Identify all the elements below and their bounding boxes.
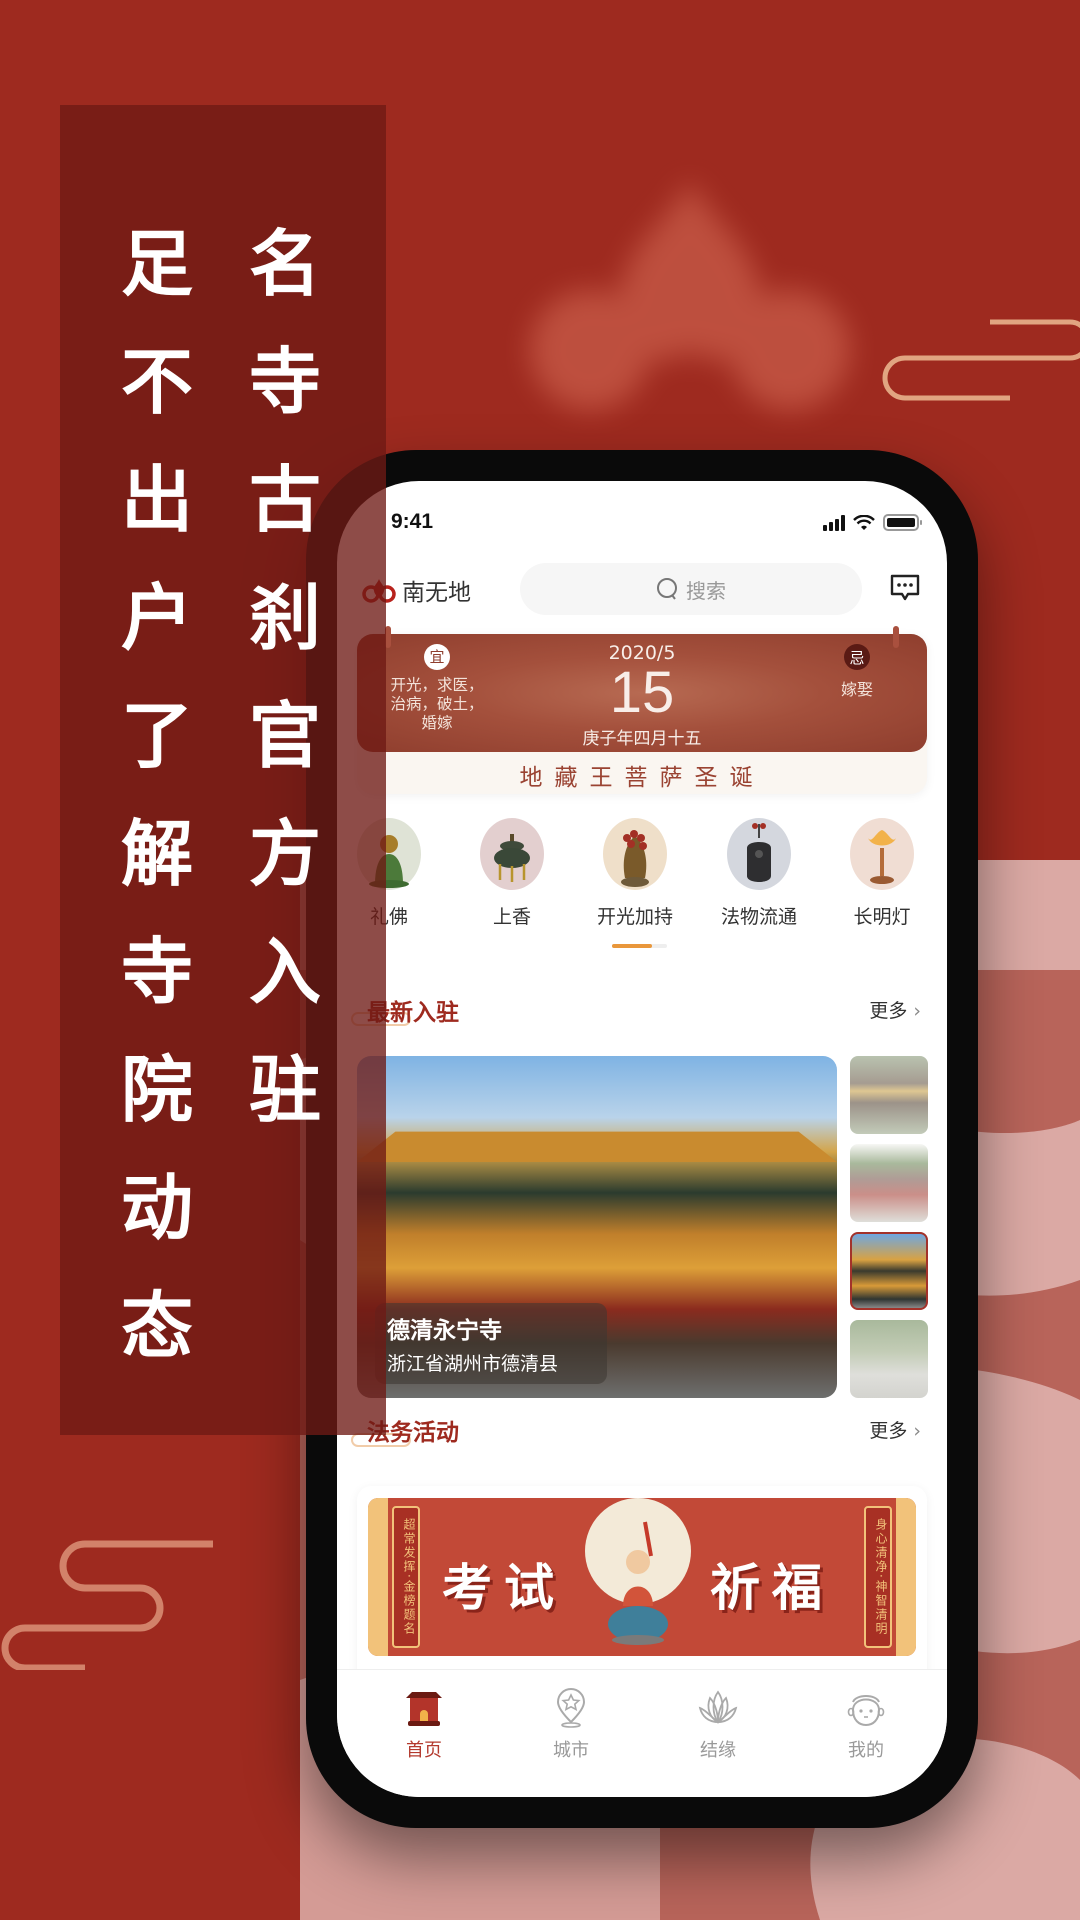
thumbnail-temple-gate[interactable] bbox=[850, 1056, 928, 1134]
chat-bubble-icon[interactable] bbox=[889, 573, 921, 603]
app-screen: 9:41 南无地 搜索 宜 开光，求医，治病，破土，婚嫁 2020/5 15 庚… bbox=[337, 481, 947, 1797]
app-name: 南无地 bbox=[402, 580, 471, 606]
slogan-character: 刹 bbox=[248, 575, 321, 660]
temple-photo bbox=[357, 1131, 837, 1162]
category-item[interactable]: 长明灯 bbox=[827, 818, 937, 929]
inauspicious-section: 忌 嫁娶 bbox=[827, 644, 887, 700]
slogan-character: 古 bbox=[248, 457, 321, 542]
lotus-icon bbox=[698, 1690, 738, 1724]
banner-border-right bbox=[896, 1498, 916, 1656]
jade-pendant-icon bbox=[727, 818, 791, 890]
more-link-newest[interactable]: 更多 › bbox=[869, 996, 921, 1023]
signal-icon bbox=[823, 514, 845, 531]
promo-slogan-panel: 足不出户了解寺院动态 名寺古刹官方入驻 bbox=[60, 105, 386, 1435]
slogan-character: 方 bbox=[248, 811, 321, 896]
category-row: 礼佛 上香 开光加持 法物流通 长明灯 bbox=[337, 818, 947, 938]
temple-icon bbox=[406, 1692, 442, 1726]
featured-temple-card[interactable]: 德清永宁寺 浙江省湖州市德清县 bbox=[357, 1056, 837, 1398]
slogan-character: 解 bbox=[120, 811, 193, 896]
slogan-character: 足 bbox=[120, 221, 193, 306]
banner-text-right: 祈福 bbox=[710, 1558, 834, 1617]
monk-face-icon bbox=[847, 1695, 885, 1727]
temple-name: 德清永宁寺 bbox=[387, 1318, 502, 1344]
slogan-character: 官 bbox=[248, 693, 321, 778]
banner-border-left bbox=[368, 1498, 388, 1656]
slogan-character: 寺 bbox=[120, 929, 193, 1014]
category-item[interactable]: 法物流通 bbox=[704, 818, 814, 929]
bottom-tab-bar: 首页 城市 结缘 我的 bbox=[337, 1669, 947, 1797]
status-time: 9:41 bbox=[391, 510, 434, 533]
tab-city[interactable]: 城市 bbox=[526, 1688, 616, 1762]
slogan-column-left: 足不出户了解寺院动态 bbox=[112, 205, 202, 1385]
search-input[interactable]: 搜索 bbox=[520, 563, 862, 615]
prayer-beads-icon bbox=[603, 818, 667, 890]
thumbnail-temple-hall[interactable] bbox=[850, 1144, 928, 1222]
search-placeholder: 搜索 bbox=[686, 578, 726, 603]
slogan-character: 态 bbox=[120, 1283, 193, 1368]
category-scroll-indicator[interactable] bbox=[612, 944, 667, 948]
slogan-character: 不 bbox=[120, 339, 193, 424]
slogan-character: 入 bbox=[248, 929, 321, 1014]
category-label: 长明灯 bbox=[853, 906, 911, 928]
tab-home[interactable]: 首页 bbox=[379, 1688, 469, 1762]
thumbnail-garden-path[interactable] bbox=[850, 1320, 928, 1398]
category-label: 上香 bbox=[492, 906, 531, 928]
temple-location: 浙江省湖州市德清县 bbox=[387, 1353, 559, 1375]
cloud-decoration-bottom-left bbox=[1, 1540, 213, 1670]
category-label: 法物流通 bbox=[720, 906, 797, 928]
chevron-right-icon: › bbox=[913, 1000, 921, 1022]
chevron-right-icon: › bbox=[913, 1420, 921, 1442]
inauspicious-badge: 忌 bbox=[844, 644, 870, 670]
incense-burner-icon bbox=[480, 818, 544, 890]
lotus-lamp-icon bbox=[850, 818, 914, 890]
phone-mockup: 9:41 南无地 搜索 宜 开光，求医，治病，破土，婚嫁 2020/5 15 庚… bbox=[306, 450, 978, 1828]
background-logo-watermark bbox=[530, 180, 850, 410]
slogan-character: 动 bbox=[120, 1165, 193, 1250]
category-label: 开光加持 bbox=[596, 906, 673, 928]
tab-karma[interactable]: 结缘 bbox=[673, 1688, 763, 1762]
inauspicious-items: 嫁娶 bbox=[840, 680, 873, 699]
temple-thumbnails bbox=[850, 1056, 928, 1408]
wifi-icon bbox=[853, 514, 875, 530]
almanac-calendar-card[interactable]: 宜 开光，求医，治病，破土，婚嫁 2020/5 15 庚子年四月十五 忌 嫁娶 … bbox=[357, 626, 927, 794]
cloud-decoration-top-right bbox=[882, 319, 1080, 401]
tab-label: 我的 bbox=[848, 1740, 884, 1761]
more-link-activities[interactable]: 更多 › bbox=[869, 1416, 921, 1443]
category-item[interactable]: 上香 bbox=[457, 818, 567, 929]
tab-label: 城市 bbox=[553, 1740, 589, 1761]
lunar-date: 庚子年四月十五 bbox=[582, 729, 702, 749]
banner-scroll-right: 身心清净·神智清明 bbox=[864, 1506, 892, 1648]
tab-profile[interactable]: 我的 bbox=[821, 1688, 911, 1762]
battery-icon bbox=[883, 514, 922, 531]
app-header: 南无地 搜索 bbox=[337, 561, 947, 621]
banner-text-left: 考试 bbox=[442, 1558, 566, 1617]
more-label: 更多 bbox=[869, 1000, 908, 1022]
slogan-character: 院 bbox=[120, 1047, 193, 1132]
slogan-character: 户 bbox=[120, 575, 193, 660]
banner-scroll-left: 超常发挥·金榜题名 bbox=[392, 1506, 420, 1648]
temple-caption: 德清永宁寺 浙江省湖州市德清县 bbox=[375, 1303, 607, 1384]
thumbnail-yongning-temple[interactable] bbox=[850, 1232, 928, 1310]
slogan-character: 寺 bbox=[248, 339, 321, 424]
slogan-character: 了 bbox=[120, 693, 193, 778]
activity-banner: 超常发挥·金榜题名 身心清净·神智清明 考试 祈福 bbox=[368, 1498, 916, 1656]
slogan-character: 驻 bbox=[248, 1047, 321, 1132]
status-bar: 9:41 bbox=[337, 506, 947, 546]
category-scroll-thumb bbox=[612, 944, 653, 948]
tab-label: 首页 bbox=[406, 1740, 442, 1761]
festival-name: 地藏王菩萨圣诞 bbox=[519, 765, 765, 791]
category-item[interactable]: 开光加持 bbox=[580, 818, 690, 929]
slogan-character: 出 bbox=[120, 457, 193, 542]
location-star-icon bbox=[556, 1688, 586, 1728]
slogan-character: 名 bbox=[248, 221, 321, 306]
slogan-column-right: 名寺古刹官方入驻 bbox=[240, 205, 330, 1149]
search-icon bbox=[657, 578, 677, 600]
more-label: 更多 bbox=[869, 1420, 908, 1442]
tab-label: 结缘 bbox=[700, 1740, 736, 1761]
manjushri-figure-icon bbox=[608, 1521, 668, 1645]
